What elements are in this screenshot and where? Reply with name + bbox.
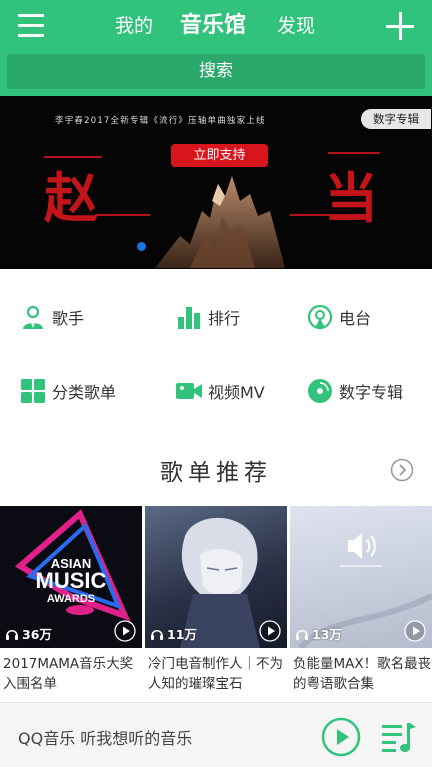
tab-music-hall[interactable]: 音乐馆 <box>180 12 246 40</box>
category-playlist-types[interactable]: 分类歌单 <box>20 378 116 404</box>
play-button-icon[interactable] <box>321 717 361 757</box>
category-label: 数字专辑 <box>339 383 404 402</box>
carousel-dot[interactable] <box>137 242 146 251</box>
decorative-line <box>328 152 380 154</box>
play-icon[interactable] <box>114 620 136 642</box>
calligraphy-left: 赵 <box>44 166 98 230</box>
player-slogan: QQ音乐 听我想听的音乐 <box>18 729 193 748</box>
headphones-icon <box>151 629 163 640</box>
calligraphy-right: 当 <box>324 166 378 230</box>
play-icon[interactable] <box>404 620 426 642</box>
disc-icon <box>307 378 333 404</box>
mini-player-bar: QQ音乐 听我想听的音乐 <box>0 702 432 767</box>
banner-tagline: 李宇春2017全新专辑《流行》压轴单曲独家上线 <box>55 116 266 126</box>
category-ranking[interactable]: 排行 <box>176 304 240 330</box>
grid-icon <box>20 378 46 404</box>
top-header: 我的 音乐馆 发现 搜索 <box>0 0 432 100</box>
digital-album-badge: 数字专辑 <box>361 109 431 129</box>
play-count-value: 13万 <box>312 627 342 642</box>
playlist-queue-icon[interactable] <box>380 718 418 756</box>
radio-icon <box>307 304 333 330</box>
bar-chart-icon <box>176 304 202 330</box>
playlist-card[interactable]: 13万 负能量MAX！歌名最丧的粤语歌合集 <box>290 506 432 694</box>
headphones-icon <box>6 629 18 640</box>
category-label: 歌手 <box>52 309 85 328</box>
playlist-title: 冷门电音制作人｜不为人知的璀璨宝石 <box>148 656 283 692</box>
category-label: 电台 <box>339 309 372 328</box>
search-button[interactable]: 搜索 <box>7 54 425 89</box>
playlist-cover: 11万 <box>145 506 287 648</box>
playlist-card[interactable]: ASIAN MUSIC AWARDS 36万 2017MAMA音乐大奖入围名单 <box>0 506 142 694</box>
decorative-line <box>290 214 330 216</box>
category-label: 排行 <box>208 309 241 328</box>
svg-text:MUSIC: MUSIC <box>36 568 107 593</box>
headphones-icon <box>296 629 308 640</box>
promo-banner[interactable]: 李宇春2017全新专辑《流行》压轴单曲独家上线 数字专辑 立即支持 赵 当 <box>0 96 432 269</box>
play-count: 11万 <box>150 624 197 643</box>
category-label: 分类歌单 <box>52 383 117 402</box>
video-camera-icon <box>176 378 202 404</box>
decorative-line <box>95 214 150 216</box>
chevron-right-icon[interactable] <box>390 458 414 482</box>
play-count-value: 11万 <box>167 627 197 642</box>
play-icon[interactable] <box>259 620 281 642</box>
category-radio[interactable]: 电台 <box>307 304 371 330</box>
playlist-title: 负能量MAX！歌名最丧的粤语歌合集 <box>293 656 432 692</box>
playlist-title: 2017MAMA音乐大奖入围名单 <box>3 656 134 692</box>
tab-discover[interactable]: 发现 <box>277 12 315 40</box>
hamburger-menu-icon[interactable] <box>18 14 44 40</box>
section-title: 歌单推荐 <box>160 460 272 486</box>
play-count-value: 36万 <box>22 627 52 642</box>
category-singer[interactable]: 歌手 <box>20 304 84 330</box>
banner-artwork <box>155 176 285 268</box>
category-label: 视频MV <box>208 383 265 402</box>
playlist-cover: 13万 <box>290 506 432 648</box>
svg-text:AWARDS: AWARDS <box>47 593 95 605</box>
add-icon[interactable] <box>386 12 414 40</box>
playlist-cover: ASIAN MUSIC AWARDS 36万 <box>0 506 142 648</box>
play-count: 13万 <box>295 624 342 643</box>
category-digital-album[interactable]: 数字专辑 <box>307 378 403 404</box>
category-video-mv[interactable]: 视频MV <box>176 378 265 404</box>
singer-icon <box>20 304 46 330</box>
play-count: 36万 <box>5 624 52 643</box>
decorative-line <box>44 156 102 158</box>
playlist-card[interactable]: 11万 冷门电音制作人｜不为人知的璀璨宝石 <box>145 506 287 694</box>
tab-mine[interactable]: 我的 <box>115 12 153 40</box>
